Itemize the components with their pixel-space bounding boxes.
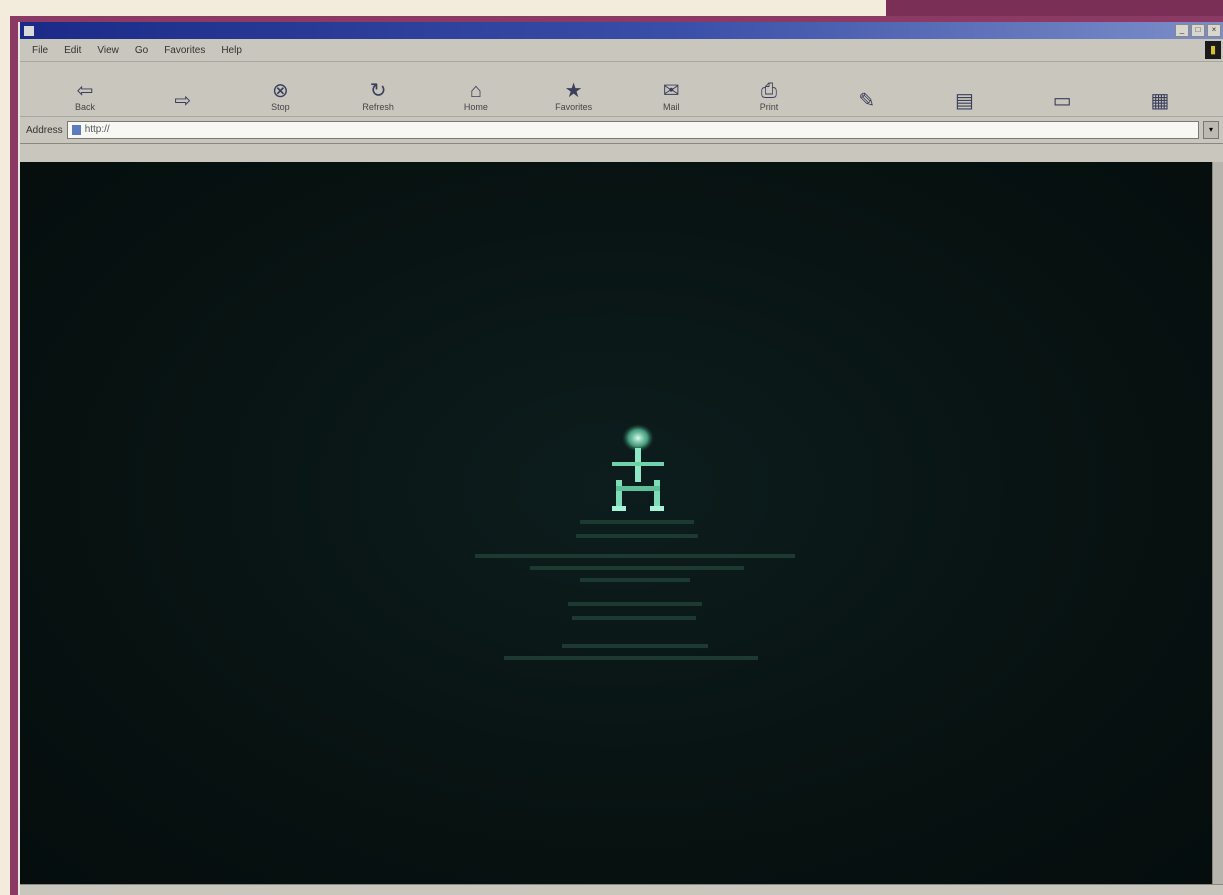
- back-arrow-icon: ⇦: [76, 80, 94, 102]
- messenger-icon: ▭: [1052, 90, 1072, 112]
- browser-throbber-icon: ▮: [1205, 41, 1221, 59]
- address-label: Address: [26, 124, 63, 136]
- forward-arrow-icon: ⇨: [174, 90, 192, 112]
- menu-help[interactable]: Help: [221, 45, 242, 56]
- discuss-button[interactable]: ▤: [929, 90, 999, 112]
- print-button[interactable]: ⎙ Print: [734, 80, 804, 112]
- address-input[interactable]: http://: [66, 121, 1199, 139]
- address-bar: Address http:// ▾: [20, 117, 1223, 144]
- favorites-label: Favorites: [555, 102, 593, 112]
- menu-bar: File Edit View Go Favorites Help ▮: [20, 39, 1223, 62]
- address-dropdown-button[interactable]: ▾: [1203, 121, 1219, 139]
- messenger-button[interactable]: ▭: [1027, 90, 1097, 112]
- menu-favorites[interactable]: Favorites: [164, 45, 205, 56]
- media-button[interactable]: ▦: [1125, 90, 1195, 112]
- refresh-button[interactable]: ↻ Refresh: [343, 80, 413, 112]
- back-label: Back: [74, 102, 95, 112]
- mail-icon: ✉: [662, 80, 680, 102]
- print-icon: ⎙: [761, 80, 778, 102]
- stop-icon: ⊗: [272, 80, 289, 102]
- menu-go[interactable]: Go: [135, 45, 148, 56]
- page-icon: [71, 125, 81, 135]
- menu-file[interactable]: File: [32, 45, 48, 56]
- vertical-scrollbar[interactable]: [1212, 162, 1223, 887]
- favorites-icon: ★: [564, 80, 583, 102]
- minimize-button[interactable]: _: [1175, 24, 1189, 37]
- web-page-content: [20, 162, 1213, 887]
- address-url: http://: [84, 124, 110, 135]
- maximize-button[interactable]: □: [1191, 24, 1205, 37]
- edit-button[interactable]: ✎: [832, 90, 902, 112]
- faint-page-text-lines: [475, 520, 795, 660]
- favorites-button[interactable]: ★ Favorites: [539, 80, 609, 112]
- print-label: Print: [759, 102, 779, 112]
- home-icon: ⌂: [469, 80, 482, 102]
- back-button[interactable]: ⇦ Back: [50, 80, 120, 112]
- mail-label: Mail: [663, 102, 680, 112]
- toolbar: ⇦ Back ⇨ ⊗ Stop ↻ Refresh ⌂ Home ★ Favor…: [20, 62, 1223, 117]
- stop-button[interactable]: ⊗ Stop: [245, 80, 315, 112]
- browser-app-icon: [24, 25, 34, 36]
- media-icon: ▦: [1150, 90, 1170, 112]
- home-button[interactable]: ⌂ Home: [441, 80, 511, 112]
- mail-button[interactable]: ✉ Mail: [636, 80, 706, 112]
- browser-window: _ □ × File Edit View Go Favorites Help ▮…: [18, 22, 1223, 895]
- menu-view[interactable]: View: [97, 45, 119, 56]
- refresh-icon: ↻: [369, 80, 387, 102]
- edit-icon: ✎: [858, 90, 876, 112]
- window-controls: _ □ ×: [1175, 24, 1221, 37]
- stop-label: Stop: [271, 102, 290, 112]
- forward-button[interactable]: ⇨: [148, 90, 218, 112]
- refresh-label: Refresh: [362, 102, 394, 112]
- menu-edit[interactable]: Edit: [64, 45, 81, 56]
- status-bar: [20, 884, 1223, 895]
- title-bar: _ □ ×: [20, 22, 1223, 39]
- home-label: Home: [463, 102, 488, 112]
- close-button[interactable]: ×: [1207, 24, 1221, 37]
- discuss-icon: ▤: [955, 90, 974, 112]
